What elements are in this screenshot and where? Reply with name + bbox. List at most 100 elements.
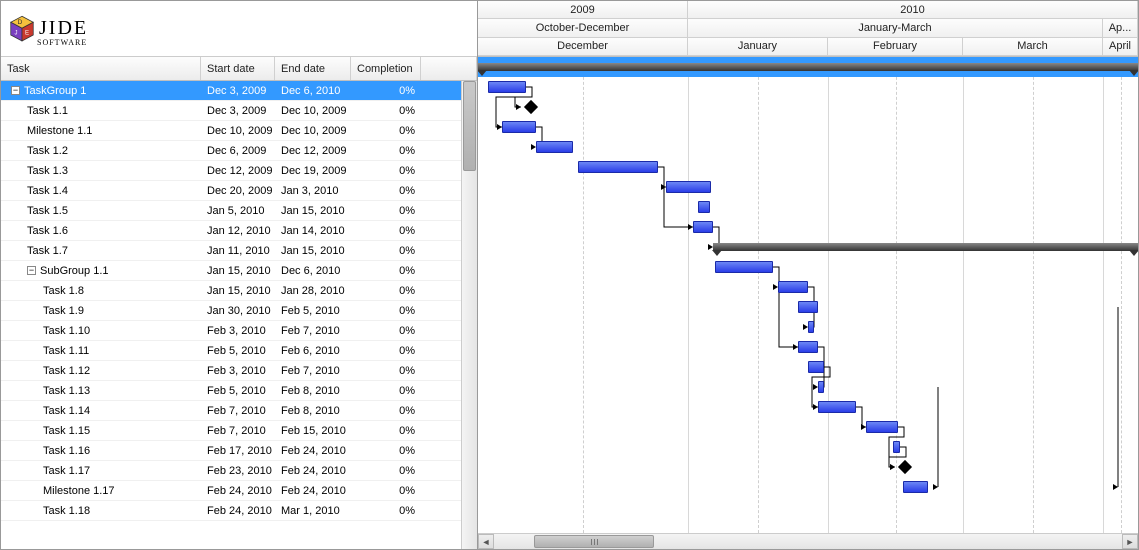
horizontal-scrollbar[interactable]: ◄ ► xyxy=(478,533,1138,549)
table-row[interactable]: Task 1.1Dec 3, 2009Dec 10, 20090% xyxy=(1,101,477,121)
gantt-row[interactable] xyxy=(478,137,1138,157)
table-row[interactable]: Task 1.15Feb 7, 2010Feb 15, 20100% xyxy=(1,421,477,441)
gantt-row[interactable] xyxy=(478,437,1138,457)
gantt-row[interactable] xyxy=(478,157,1138,177)
gantt-row[interactable] xyxy=(478,377,1138,397)
task-bar[interactable] xyxy=(536,141,573,153)
task-name-label: Task 1.1 xyxy=(27,105,68,117)
gantt-row[interactable] xyxy=(478,317,1138,337)
gantt-row[interactable] xyxy=(478,357,1138,377)
table-row[interactable]: Task 1.16Feb 17, 2010Feb 24, 20100% xyxy=(1,441,477,461)
gantt-row[interactable] xyxy=(478,117,1138,137)
timescale-cell[interactable]: Ap... xyxy=(1103,19,1138,36)
task-bar[interactable] xyxy=(893,441,900,453)
timescale-cell[interactable]: January-March xyxy=(688,19,1103,36)
column-header-task[interactable]: Task xyxy=(1,57,201,80)
column-header-start[interactable]: Start date xyxy=(201,57,275,80)
table-row[interactable]: −SubGroup 1.1Jan 15, 2010Dec 6, 20100% xyxy=(1,261,477,281)
table-row[interactable]: −TaskGroup 1Dec 3, 2009Dec 6, 20100% xyxy=(1,81,477,101)
milestone-marker[interactable] xyxy=(898,460,912,474)
task-bar[interactable] xyxy=(866,421,898,433)
task-bar[interactable] xyxy=(798,301,818,313)
timescale-cell[interactable]: 2010 xyxy=(688,1,1138,18)
gantt-body[interactable] xyxy=(478,57,1138,533)
timescale-cell[interactable]: October-December xyxy=(478,19,688,36)
gantt-row[interactable] xyxy=(478,97,1138,117)
task-bar[interactable] xyxy=(798,341,818,353)
table-row[interactable]: Task 1.18Feb 24, 2010Mar 1, 20100% xyxy=(1,501,477,521)
gantt-row[interactable] xyxy=(478,57,1138,77)
cell-end: Dec 6, 2010 xyxy=(275,265,351,277)
gantt-row[interactable] xyxy=(478,417,1138,437)
timescale-cell[interactable]: December xyxy=(478,38,688,55)
gantt-row[interactable] xyxy=(478,237,1138,257)
task-bar[interactable] xyxy=(698,201,710,213)
table-row[interactable]: Milestone 1.17Feb 24, 2010Feb 24, 20100% xyxy=(1,481,477,501)
table-row[interactable]: Task 1.4Dec 20, 2009Jan 3, 20100% xyxy=(1,181,477,201)
summary-bar[interactable] xyxy=(713,243,1138,251)
expand-collapse-icon[interactable]: − xyxy=(11,86,20,95)
timescale-cell[interactable]: 2009 xyxy=(478,1,688,18)
timescale-cell[interactable]: February xyxy=(828,38,963,55)
table-row[interactable]: Task 1.9Jan 30, 2010Feb 5, 20100% xyxy=(1,301,477,321)
timescale-cell[interactable]: April xyxy=(1103,38,1138,55)
task-bar[interactable] xyxy=(488,81,526,93)
column-header-completion[interactable]: Completion xyxy=(351,57,421,80)
summary-bar[interactable] xyxy=(478,63,1138,71)
gantt-row[interactable] xyxy=(478,457,1138,477)
task-bar[interactable] xyxy=(808,321,814,333)
task-bar[interactable] xyxy=(666,181,711,193)
table-row[interactable]: Task 1.8Jan 15, 2010Jan 28, 20100% xyxy=(1,281,477,301)
timescale-cell[interactable]: March xyxy=(963,38,1103,55)
horizontal-scrollbar-track[interactable] xyxy=(494,534,1122,549)
expand-collapse-icon[interactable]: − xyxy=(27,266,36,275)
gantt-row[interactable] xyxy=(478,297,1138,317)
table-row[interactable]: Task 1.3Dec 12, 2009Dec 19, 20090% xyxy=(1,161,477,181)
scroll-left-arrow-icon[interactable]: ◄ xyxy=(478,534,494,549)
task-bar[interactable] xyxy=(715,261,773,273)
table-row[interactable]: Task 1.13Feb 5, 2010Feb 8, 20100% xyxy=(1,381,477,401)
table-row[interactable]: Task 1.10Feb 3, 2010Feb 7, 20100% xyxy=(1,321,477,341)
task-bar[interactable] xyxy=(502,121,536,133)
gantt-row[interactable] xyxy=(478,257,1138,277)
task-bar[interactable] xyxy=(818,381,824,393)
table-row[interactable]: Task 1.14Feb 7, 2010Feb 8, 20100% xyxy=(1,401,477,421)
task-bar[interactable] xyxy=(818,401,856,413)
cell-comp: 0% xyxy=(351,145,421,157)
cell-end: Jan 3, 2010 xyxy=(275,185,351,197)
gantt-row[interactable] xyxy=(478,197,1138,217)
column-header-end[interactable]: End date xyxy=(275,57,351,80)
vertical-scrollbar-thumb[interactable] xyxy=(463,81,476,171)
table-row[interactable]: Task 1.5Jan 5, 2010Jan 15, 20100% xyxy=(1,201,477,221)
task-bar[interactable] xyxy=(693,221,713,233)
gantt-row[interactable] xyxy=(478,177,1138,197)
horizontal-scrollbar-thumb[interactable] xyxy=(534,535,654,548)
gantt-row[interactable] xyxy=(478,477,1138,497)
gantt-row[interactable] xyxy=(478,217,1138,237)
table-row[interactable]: Milestone 1.1Dec 10, 2009Dec 10, 20090% xyxy=(1,121,477,141)
logo-area: D J E JIDE SOFTWARE xyxy=(1,1,477,57)
gantt-row[interactable] xyxy=(478,77,1138,97)
table-row[interactable]: Task 1.11Feb 5, 2010Feb 6, 20100% xyxy=(1,341,477,361)
task-name-cell: Task 1.11 xyxy=(1,345,201,357)
table-body[interactable]: −TaskGroup 1Dec 3, 2009Dec 6, 20100%Task… xyxy=(1,81,477,549)
timescale-cell[interactable]: January xyxy=(688,38,828,55)
table-row[interactable]: Task 1.7Jan 11, 2010Jan 15, 20100% xyxy=(1,241,477,261)
gantt-row[interactable] xyxy=(478,397,1138,417)
gantt-row[interactable] xyxy=(478,277,1138,297)
logo-subtext: SOFTWARE xyxy=(37,38,88,47)
table-row[interactable]: Task 1.2Dec 6, 2009Dec 12, 20090% xyxy=(1,141,477,161)
column-header-extra[interactable] xyxy=(421,57,477,80)
task-bar[interactable] xyxy=(778,281,808,293)
task-bar[interactable] xyxy=(808,361,824,373)
vertical-scrollbar[interactable] xyxy=(461,81,477,549)
milestone-marker[interactable] xyxy=(524,100,538,114)
task-bar[interactable] xyxy=(903,481,928,493)
table-row[interactable]: Task 1.17Feb 23, 2010Feb 24, 20100% xyxy=(1,461,477,481)
table-row[interactable]: Task 1.6Jan 12, 2010Jan 14, 20100% xyxy=(1,221,477,241)
timescale-years: 20092010 xyxy=(478,1,1138,19)
scroll-right-arrow-icon[interactable]: ► xyxy=(1122,534,1138,549)
task-bar[interactable] xyxy=(578,161,658,173)
gantt-row[interactable] xyxy=(478,337,1138,357)
table-row[interactable]: Task 1.12Feb 3, 2010Feb 7, 20100% xyxy=(1,361,477,381)
